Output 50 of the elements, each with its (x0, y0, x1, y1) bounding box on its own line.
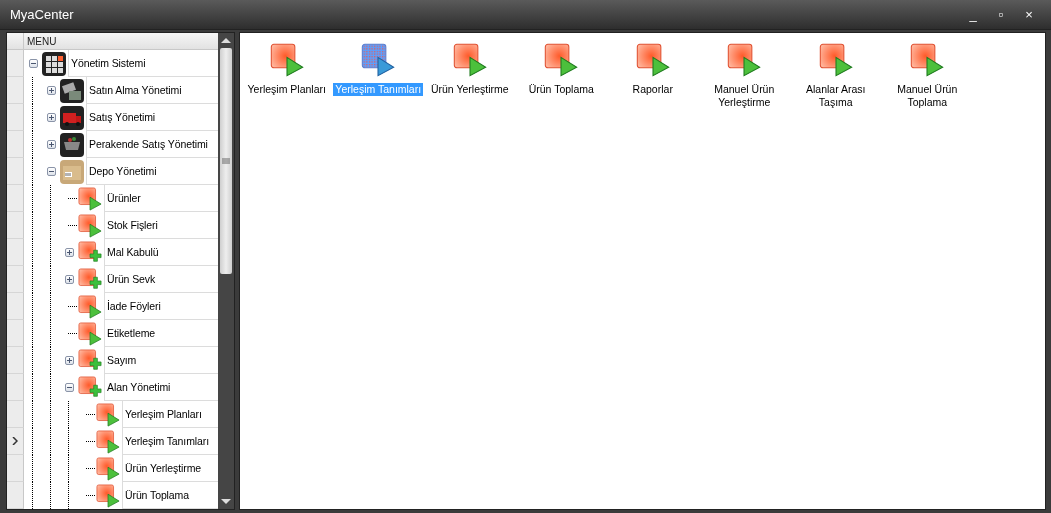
form-icon (910, 43, 945, 77)
form-icon (727, 43, 762, 77)
collapse-icon[interactable] (64, 383, 74, 392)
expand-icon[interactable] (64, 356, 74, 365)
column-header: MENU (24, 33, 218, 50)
module-icon (78, 240, 102, 265)
module-icon (78, 375, 102, 400)
collapse-icon[interactable] (28, 59, 38, 68)
launcher-item[interactable]: Manuel Ürün Yerleştirme (699, 83, 790, 109)
collapse-icon[interactable] (46, 167, 56, 176)
expand-icon[interactable] (46, 86, 56, 95)
form-icon (544, 43, 579, 77)
expand-icon[interactable] (64, 248, 74, 257)
form-icon (452, 43, 487, 77)
expand-icon[interactable] (46, 113, 56, 122)
form-icon (818, 43, 853, 77)
minimize-button[interactable]: _ (959, 7, 987, 22)
launcher-item[interactable]: Yerleşim Planları (245, 83, 328, 96)
expand-icon[interactable] (46, 140, 56, 149)
form-icon (96, 429, 120, 454)
form-icon (361, 43, 396, 77)
launcher-item[interactable]: Ürün Toplama (526, 83, 596, 96)
truck-icon (60, 105, 84, 130)
window-title: MyaCenter (10, 7, 75, 22)
tags-icon (60, 78, 84, 103)
launcher-item[interactable]: Manuel Ürün Toplama (882, 83, 973, 109)
chevron-right-icon (12, 437, 18, 445)
launcher-item[interactable]: Alanlar Arası Taşıma (790, 83, 881, 109)
form-icon (78, 321, 102, 346)
box-icon (60, 159, 84, 184)
maximize-button[interactable]: ▫ (987, 7, 1015, 22)
form-icon (96, 456, 120, 481)
scrollbar[interactable] (218, 33, 234, 509)
form-icon (96, 402, 120, 427)
module-icon (78, 348, 102, 373)
basket-icon (60, 132, 84, 157)
module-icon (78, 267, 102, 292)
launcher-item[interactable]: Raporlar (630, 83, 675, 96)
form-icon (78, 294, 102, 319)
form-icon (78, 186, 102, 211)
form-icon (269, 43, 304, 77)
launcher-item[interactable]: Ürün Yerleştirme (428, 83, 511, 96)
form-icon (78, 213, 102, 238)
expand-icon[interactable] (64, 275, 74, 284)
grid-icon (42, 51, 66, 76)
form-icon (635, 43, 670, 77)
row-indicator-header (7, 33, 24, 50)
form-icon (96, 483, 120, 508)
close-button[interactable]: × (1015, 7, 1043, 22)
scroll-thumb[interactable] (220, 48, 232, 274)
